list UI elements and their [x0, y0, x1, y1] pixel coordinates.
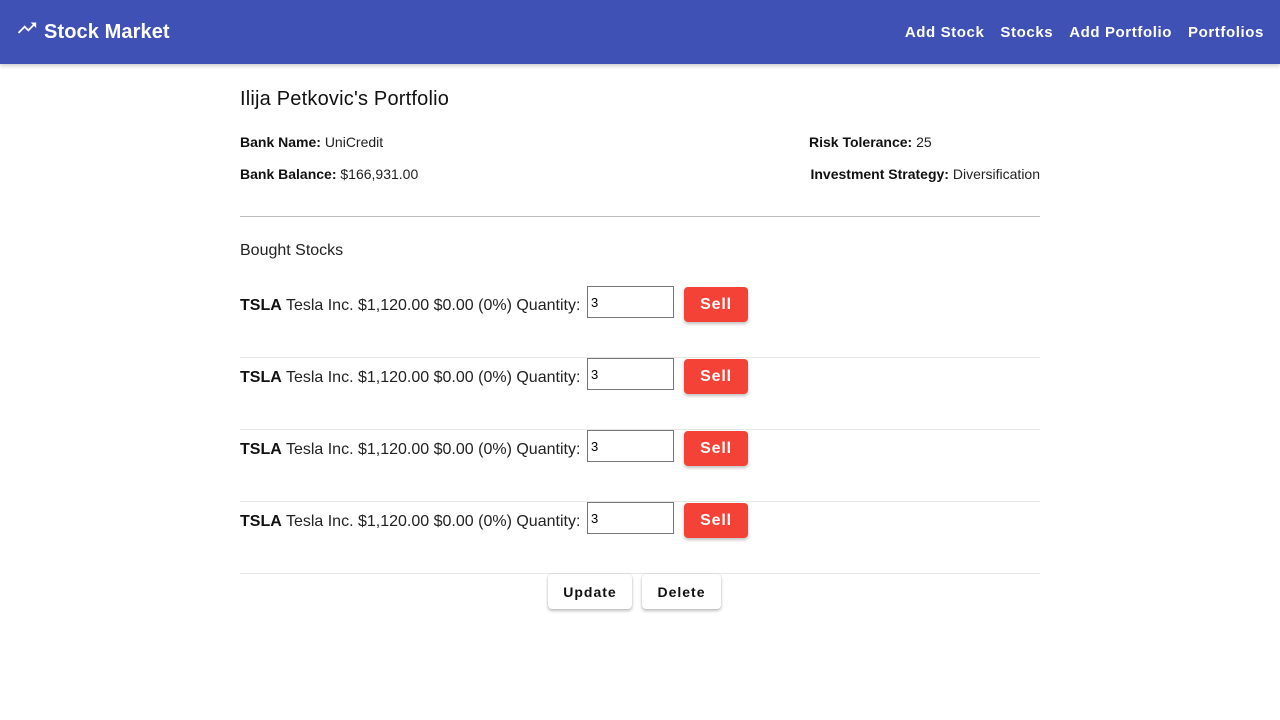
top-toolbar: Stock Market Add Stock Stocks Add Portfo… [0, 0, 1280, 64]
stock-change: $0.00 [433, 513, 474, 530]
app-title: Stock Market [44, 20, 170, 43]
stock-row: TSLA Tesla Inc. $1,120.00 $0.00 (0%) Qua… [240, 358, 1040, 430]
investment-strategy-row: Investment Strategy: Diversification [810, 166, 1040, 182]
nav-portfolios[interactable]: Portfolios [1188, 24, 1264, 41]
stock-row: TSLA Tesla Inc. $1,120.00 $0.00 (0%) Qua… [240, 502, 1040, 574]
stock-change-percent: (0%) [478, 441, 512, 458]
delete-button[interactable]: Delete [642, 574, 721, 609]
stock-change-percent: (0%) [478, 513, 512, 530]
investment-strategy-label: Investment Strategy: [810, 166, 949, 182]
quantity-input[interactable] [587, 430, 674, 462]
sell-button[interactable]: Sell [684, 503, 748, 538]
brand-link[interactable]: Stock Market [16, 21, 170, 44]
bank-balance-label: Bank Balance: [240, 166, 337, 182]
stock-change: $0.00 [433, 297, 474, 314]
bank-balance-value: $166,931.00 [340, 166, 419, 182]
investment-strategy-value: Diversification [952, 166, 1040, 182]
bought-stocks-title: Bought Stocks [240, 242, 344, 259]
bank-name-row: Bank Name: UniCredit [240, 134, 383, 150]
update-button[interactable]: Update [548, 574, 632, 609]
trending-up-icon [17, 22, 37, 34]
quantity-label: Quantity: [516, 441, 581, 458]
stock-change: $0.00 [433, 441, 474, 458]
nav-stocks[interactable]: Stocks [1000, 24, 1053, 41]
risk-tolerance-value: 25 [916, 134, 932, 150]
stock-price: $1,120.00 [357, 441, 430, 458]
stock-change-percent: (0%) [478, 369, 512, 386]
quantity-input[interactable] [587, 286, 674, 318]
stock-row: TSLA Tesla Inc. $1,120.00 $0.00 (0%) Qua… [240, 286, 1040, 358]
stock-symbol: TSLA [240, 297, 282, 314]
stock-summary: TSLA Tesla Inc. $1,120.00 $0.00 (0%) Qua… [240, 369, 580, 387]
quantity-input[interactable] [587, 358, 674, 390]
risk-tolerance-row: Risk Tolerance: 25 [809, 134, 1040, 150]
stock-summary: TSLA Tesla Inc. $1,120.00 $0.00 (0%) Qua… [240, 441, 580, 459]
sell-button[interactable]: Sell [684, 431, 748, 466]
stock-name: Tesla Inc. [285, 369, 354, 386]
stock-name: Tesla Inc. [285, 441, 354, 458]
page-title: Ilija Petkovic's Portfolio [240, 88, 450, 110]
stock-summary: TSLA Tesla Inc. $1,120.00 $0.00 (0%) Qua… [240, 513, 580, 531]
bank-name-label: Bank Name: [240, 134, 321, 150]
bank-balance-row: Bank Balance: $166,931.00 [240, 166, 418, 182]
stock-symbol: TSLA [240, 513, 282, 530]
quantity-label: Quantity: [516, 297, 581, 314]
stock-name: Tesla Inc. [285, 513, 354, 530]
risk-tolerance-label: Risk Tolerance: [809, 134, 913, 150]
stock-price: $1,120.00 [357, 513, 430, 530]
stock-summary: TSLA Tesla Inc. $1,120.00 $0.00 (0%) Qua… [240, 297, 580, 315]
stock-row: TSLA Tesla Inc. $1,120.00 $0.00 (0%) Qua… [240, 430, 1040, 502]
stock-symbol: TSLA [240, 369, 282, 386]
sell-button[interactable]: Sell [684, 359, 748, 394]
stock-change: $0.00 [433, 369, 474, 386]
sell-button[interactable]: Sell [684, 287, 748, 322]
stock-price: $1,120.00 [357, 297, 430, 314]
stock-name: Tesla Inc. [285, 297, 354, 314]
top-nav: Add Stock Stocks Add Portfolio Portfolio… [889, 24, 1264, 41]
bank-name-value: UniCredit [324, 134, 384, 150]
stock-symbol: TSLA [240, 441, 282, 458]
quantity-label: Quantity: [516, 369, 581, 386]
divider [240, 216, 1040, 217]
quantity-input[interactable] [587, 502, 674, 534]
nav-add-stock[interactable]: Add Stock [905, 24, 985, 41]
stock-change-percent: (0%) [478, 297, 512, 314]
stock-price: $1,120.00 [357, 369, 430, 386]
quantity-label: Quantity: [516, 513, 581, 530]
nav-add-portfolio[interactable]: Add Portfolio [1069, 24, 1172, 41]
